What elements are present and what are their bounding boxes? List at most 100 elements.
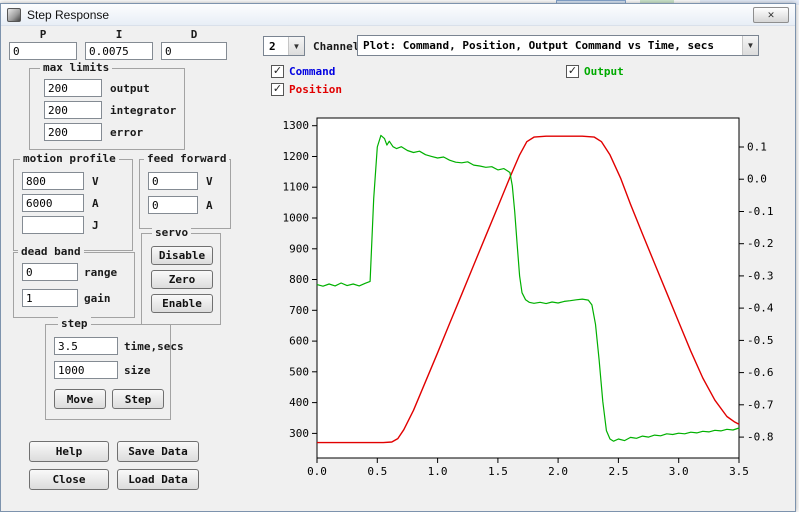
svg-text:2.0: 2.0 bbox=[548, 465, 568, 478]
step-response-window: Step Response ✕ P I D max limits output … bbox=[0, 3, 796, 512]
p-label: P bbox=[9, 28, 77, 41]
svg-text:-0.4: -0.4 bbox=[747, 302, 774, 315]
svg-text:400: 400 bbox=[289, 396, 309, 409]
load-data-button[interactable]: Load Data bbox=[117, 469, 199, 490]
output-checkbox[interactable]: ✓ Output bbox=[566, 65, 624, 78]
svg-text:600: 600 bbox=[289, 335, 309, 348]
max-output-input[interactable] bbox=[44, 79, 102, 97]
step-title: step bbox=[58, 317, 91, 330]
feed-forward-title: feed forward bbox=[144, 152, 229, 165]
svg-text:300: 300 bbox=[289, 427, 309, 440]
position-checkbox-label: Position bbox=[289, 83, 342, 96]
app-icon bbox=[7, 8, 21, 22]
svg-text:3.0: 3.0 bbox=[669, 465, 689, 478]
p-input[interactable] bbox=[9, 42, 77, 60]
ff-velocity-input[interactable] bbox=[148, 172, 198, 190]
move-button[interactable]: Move bbox=[54, 389, 106, 409]
accel-label: A bbox=[92, 197, 99, 210]
zero-button[interactable]: Zero bbox=[151, 270, 213, 289]
svg-text:-0.2: -0.2 bbox=[747, 237, 774, 250]
svg-text:-0.8: -0.8 bbox=[747, 431, 774, 444]
chevron-down-icon: ▼ bbox=[288, 37, 304, 55]
jerk-label: J bbox=[92, 219, 99, 232]
help-button[interactable]: Help bbox=[29, 441, 109, 462]
step-button[interactable]: Step bbox=[112, 389, 164, 409]
step-time-label: time,secs bbox=[124, 340, 184, 353]
ff-accel-label: A bbox=[206, 199, 213, 212]
max-error-label: error bbox=[110, 126, 143, 139]
check-icon: ✓ bbox=[568, 66, 577, 77]
enable-button[interactable]: Enable bbox=[151, 294, 213, 313]
feed-forward-group: feed forward V A bbox=[139, 159, 231, 229]
plot-select-value: Plot: Command, Position, Output Command … bbox=[358, 36, 742, 55]
check-icon: ✓ bbox=[273, 66, 282, 77]
svg-text:800: 800 bbox=[289, 273, 309, 286]
checkbox-box[interactable]: ✓ bbox=[271, 65, 284, 78]
svg-text:-0.7: -0.7 bbox=[747, 398, 774, 411]
svg-text:1.5: 1.5 bbox=[488, 465, 508, 478]
dead-band-group: dead band range gain bbox=[13, 252, 135, 318]
d-input[interactable] bbox=[161, 42, 227, 60]
jerk-input[interactable] bbox=[22, 216, 84, 234]
accel-input[interactable] bbox=[22, 194, 84, 212]
step-response-chart: 30040050060070080090010001100120013000.1… bbox=[279, 106, 794, 491]
i-input[interactable] bbox=[85, 42, 153, 60]
deadband-gain-input[interactable] bbox=[22, 289, 78, 307]
ff-velocity-label: V bbox=[206, 175, 213, 188]
i-label: I bbox=[85, 28, 153, 41]
deadband-range-input[interactable] bbox=[22, 263, 78, 281]
svg-text:700: 700 bbox=[289, 304, 309, 317]
svg-text:0.1: 0.1 bbox=[747, 141, 767, 154]
ff-accel-input[interactable] bbox=[148, 196, 198, 214]
channel-value: 2 bbox=[264, 37, 288, 55]
svg-text:1000: 1000 bbox=[283, 212, 310, 225]
svg-text:3.5: 3.5 bbox=[729, 465, 749, 478]
svg-text:900: 900 bbox=[289, 242, 309, 255]
motion-profile-title: motion profile bbox=[20, 152, 119, 165]
disable-button[interactable]: Disable bbox=[151, 246, 213, 265]
svg-text:0.0: 0.0 bbox=[747, 173, 767, 186]
titlebar[interactable]: Step Response ✕ bbox=[1, 4, 795, 26]
svg-text:0.5: 0.5 bbox=[367, 465, 387, 478]
command-checkbox[interactable]: ✓ Command bbox=[271, 65, 335, 78]
plot-select[interactable]: Plot: Command, Position, Output Command … bbox=[357, 35, 759, 56]
channel-select[interactable]: 2 ▼ bbox=[263, 36, 305, 56]
svg-text:-0.1: -0.1 bbox=[747, 205, 774, 218]
close-button[interactable]: Close bbox=[29, 469, 109, 490]
close-icon: ✕ bbox=[767, 11, 775, 20]
step-group: step time,secs size Move Step bbox=[45, 324, 171, 420]
window-close-button[interactable]: ✕ bbox=[753, 7, 789, 23]
output-checkbox-label: Output bbox=[584, 65, 624, 78]
step-size-label: size bbox=[124, 364, 151, 377]
svg-text:2.5: 2.5 bbox=[608, 465, 628, 478]
d-label: D bbox=[161, 28, 227, 41]
checkbox-box[interactable]: ✓ bbox=[566, 65, 579, 78]
checkbox-box[interactable]: ✓ bbox=[271, 83, 284, 96]
max-limits-group: max limits output integrator error bbox=[29, 68, 185, 150]
step-size-input[interactable] bbox=[54, 361, 118, 379]
check-icon: ✓ bbox=[273, 84, 282, 95]
save-data-button[interactable]: Save Data bbox=[117, 441, 199, 462]
svg-text:0.0: 0.0 bbox=[307, 465, 327, 478]
step-time-input[interactable] bbox=[54, 337, 118, 355]
svg-text:1300: 1300 bbox=[283, 119, 310, 132]
svg-text:1.0: 1.0 bbox=[428, 465, 448, 478]
velocity-label: V bbox=[92, 175, 99, 188]
svg-text:-0.6: -0.6 bbox=[747, 366, 774, 379]
max-limits-title: max limits bbox=[40, 61, 112, 74]
svg-text:500: 500 bbox=[289, 365, 309, 378]
deadband-gain-label: gain bbox=[84, 292, 111, 305]
max-error-input[interactable] bbox=[44, 123, 102, 141]
velocity-input[interactable] bbox=[22, 172, 84, 190]
max-integrator-input[interactable] bbox=[44, 101, 102, 119]
servo-title: servo bbox=[152, 226, 191, 239]
window-title: Step Response bbox=[27, 8, 109, 22]
deadband-range-label: range bbox=[84, 266, 117, 279]
position-checkbox[interactable]: ✓ Position bbox=[271, 83, 342, 96]
svg-text:-0.5: -0.5 bbox=[747, 334, 774, 347]
motion-profile-group: motion profile V A J bbox=[13, 159, 133, 251]
servo-group: servo Disable Zero Enable bbox=[141, 233, 221, 325]
max-integrator-label: integrator bbox=[110, 104, 176, 117]
svg-text:1200: 1200 bbox=[283, 150, 310, 163]
max-output-label: output bbox=[110, 82, 150, 95]
